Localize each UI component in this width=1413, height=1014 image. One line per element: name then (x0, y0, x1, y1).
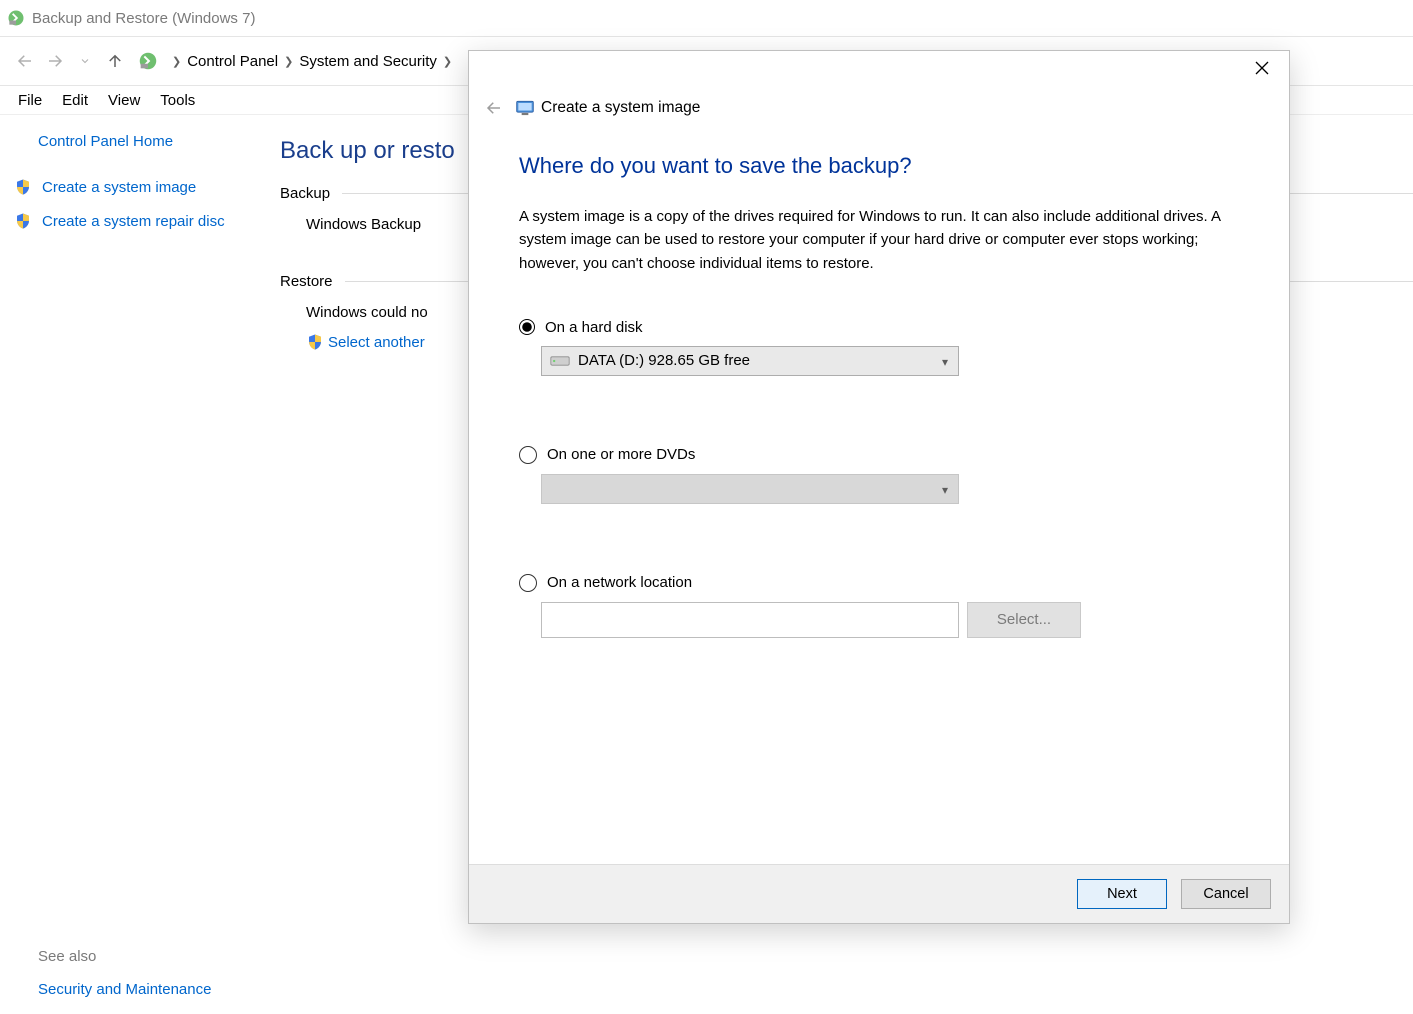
radio-network[interactable]: On a network location (519, 574, 1239, 592)
window-titlebar: Backup and Restore (Windows 7) (0, 0, 1413, 37)
nav-forward-button[interactable] (42, 48, 68, 74)
wizard-header: Create a system image (469, 85, 1289, 137)
wizard-back-button[interactable] (479, 93, 509, 123)
radio-network-label: On a network location (547, 574, 692, 591)
create-system-image-link[interactable]: Create a system image (14, 178, 260, 196)
menu-edit[interactable]: Edit (52, 90, 98, 111)
radio-hard-disk-input[interactable] (519, 319, 535, 335)
option-dvd: On one or more DVDs ▾ (519, 446, 1239, 504)
create-system-image-wizard: Create a system image Where do you want … (468, 50, 1290, 924)
radio-dvd[interactable]: On one or more DVDs (519, 446, 1239, 464)
radio-hard-disk-label: On a hard disk (545, 319, 643, 336)
backup-header-label: Backup (280, 185, 330, 202)
breadcrumb[interactable]: ❯ Control Panel ❯ System and Security ❯ (136, 49, 458, 73)
wizard-body: Where do you want to save the backup? A … (469, 137, 1289, 864)
chevron-right-icon: ❯ (443, 55, 452, 68)
create-repair-disc-link[interactable]: Create a system repair disc (14, 212, 260, 230)
create-repair-disc-label: Create a system repair disc (42, 213, 225, 230)
option-network: On a network location Select... (519, 574, 1239, 638)
shield-icon (14, 212, 32, 230)
radio-dvd-input[interactable] (519, 446, 537, 464)
hard-disk-value: DATA (D:) 928.65 GB free (578, 352, 750, 369)
nav-back-button[interactable] (12, 48, 38, 74)
security-maintenance-link[interactable]: Security and Maintenance (38, 981, 211, 998)
control-panel-home-link[interactable]: Control Panel Home (38, 133, 260, 150)
close-button[interactable] (1239, 53, 1285, 83)
cancel-button[interactable]: Cancel (1181, 879, 1271, 909)
wizard-description: A system image is a copy of the drives r… (519, 205, 1239, 275)
network-path-input[interactable] (541, 602, 959, 638)
dvd-select: ▾ (541, 474, 959, 504)
select-network-button[interactable]: Select... (967, 602, 1081, 638)
chevron-right-icon: ❯ (172, 55, 181, 68)
radio-hard-disk[interactable]: On a hard disk (519, 319, 1239, 336)
option-hard-disk: On a hard disk DATA (D:) 928.65 GB free … (519, 319, 1239, 376)
chevron-right-icon: ❯ (284, 55, 293, 68)
menu-view[interactable]: View (98, 90, 150, 111)
next-button[interactable]: Next (1077, 879, 1167, 909)
wizard-heading: Where do you want to save the backup? (519, 153, 1239, 179)
app-icon (6, 8, 26, 28)
sidebar: Control Panel Home Create a system image… (0, 113, 280, 1014)
wizard-header-title: Create a system image (541, 99, 700, 117)
menu-tools[interactable]: Tools (150, 90, 205, 111)
nav-recent-dropdown[interactable] (72, 48, 98, 74)
menu-file[interactable]: File (8, 90, 52, 111)
nav-up-button[interactable] (102, 48, 128, 74)
breadcrumb-control-panel[interactable]: Control Panel (187, 53, 278, 70)
shield-icon (306, 333, 324, 351)
computer-icon (515, 99, 535, 117)
breadcrumb-system-security[interactable]: System and Security (299, 53, 437, 70)
window-title: Backup and Restore (Windows 7) (32, 10, 255, 27)
see-also-header: See also (38, 948, 260, 965)
select-another-label: Select another (328, 334, 425, 351)
wizard-titlebar (469, 51, 1289, 85)
radio-network-input[interactable] (519, 574, 537, 592)
shield-icon (14, 178, 32, 196)
chevron-down-icon: ▾ (942, 483, 948, 497)
radio-dvd-label: On one or more DVDs (547, 446, 695, 463)
create-system-image-label: Create a system image (42, 179, 196, 196)
chevron-down-icon: ▾ (942, 355, 948, 369)
hdd-icon (550, 354, 570, 368)
hard-disk-select[interactable]: DATA (D:) 928.65 GB free ▾ (541, 346, 959, 376)
wizard-footer: Next Cancel (469, 864, 1289, 923)
restore-header-label: Restore (280, 273, 333, 290)
breadcrumb-icon (136, 49, 160, 73)
